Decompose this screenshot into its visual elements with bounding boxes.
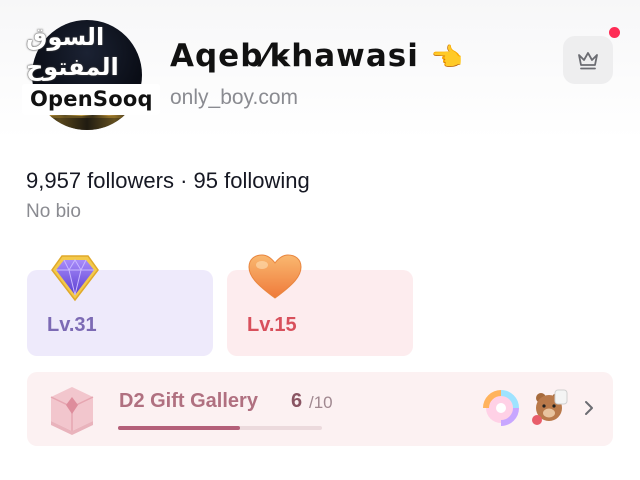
crown-icon xyxy=(578,52,598,70)
crown-button[interactable] xyxy=(563,36,613,84)
gift-box-icon xyxy=(50,387,94,435)
opensooq-watermark: السوق المفتوح OpenSooq xyxy=(22,22,172,115)
level-label: Lv.15 xyxy=(247,314,297,336)
gift-gallery[interactable]: D2 Gift Gallery 6 /10 xyxy=(27,372,613,446)
watermark-latin: OpenSooq xyxy=(22,84,160,115)
bear-gift-icon xyxy=(532,389,568,425)
gift-gallery-count: 6 xyxy=(291,390,303,412)
display-name-text: Aqeb⁄k̵hawasi xyxy=(170,38,419,74)
followers-count[interactable]: 9,957 followers xyxy=(26,168,174,193)
gift-gallery-title: D2 Gift Gallery xyxy=(119,390,258,412)
gift-gallery-progress xyxy=(118,426,322,430)
profile-page: السوق المفتوح OpenSooq Aqeb⁄k̵hawasi 👈 o… xyxy=(0,0,640,480)
level-label: Lv.31 xyxy=(47,314,97,336)
display-name: Aqeb⁄k̵hawasi 👈 xyxy=(170,38,464,74)
gift-gallery-progress-fill xyxy=(118,426,241,430)
gift-gallery-total: /10 xyxy=(309,393,333,412)
following-count[interactable]: 95 following xyxy=(194,168,310,193)
username: only_boy.com xyxy=(170,86,299,109)
bio: No bio xyxy=(26,201,81,222)
follow-stats: 9,957 followers · 95 following xyxy=(26,168,310,194)
pointing-hand-icon: 👈 xyxy=(430,43,464,73)
chevron-right-icon[interactable] xyxy=(583,399,595,417)
donut-gift-icon xyxy=(483,390,519,426)
notification-dot xyxy=(609,27,620,38)
avatar-reflection xyxy=(32,116,142,130)
watermark-arabic: السوق المفتوح xyxy=(26,23,119,81)
heart-icon xyxy=(248,254,302,299)
diamond-icon xyxy=(51,255,99,302)
stats-separator: · xyxy=(173,168,194,193)
